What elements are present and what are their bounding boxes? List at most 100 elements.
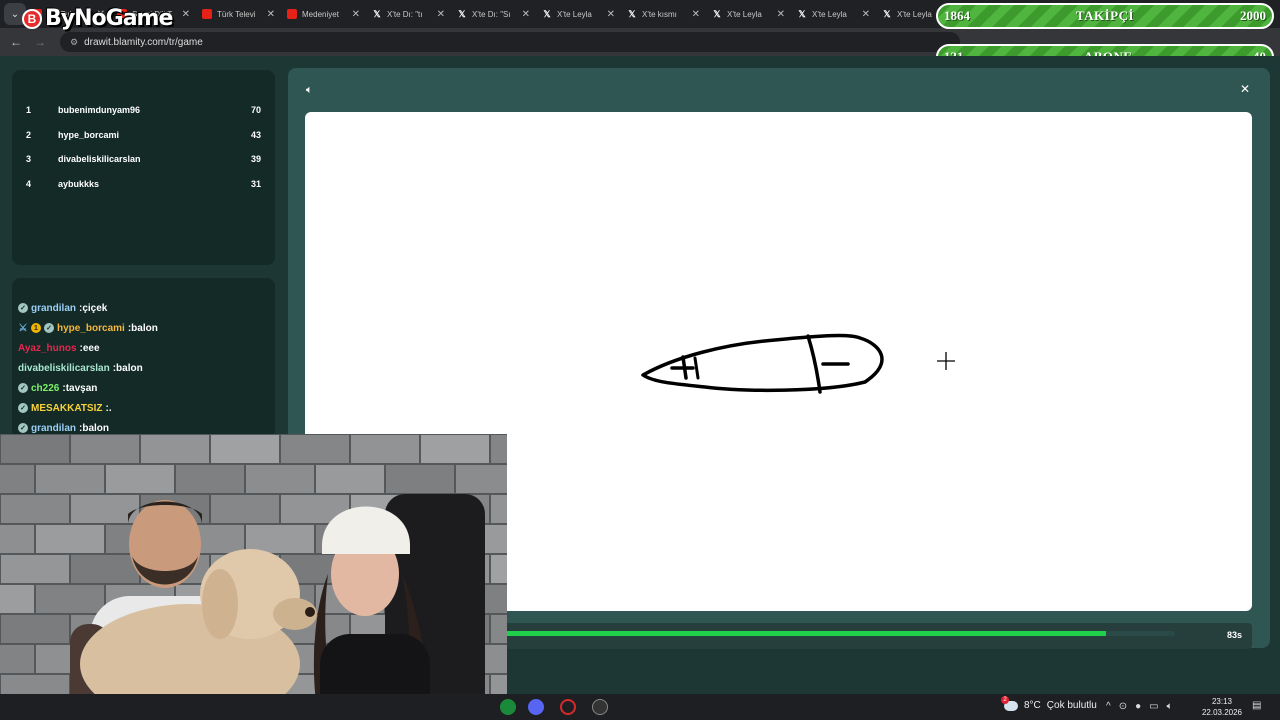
forward-arrow-icon[interactable]: → [34,35,46,49]
check-badge-icon: ✓ [18,383,28,393]
leaderboard-rank: 1 [26,105,32,116]
taskbar-clock[interactable]: 23:13 22.03.2026 [1200,696,1244,718]
chat-username[interactable]: ch226 [31,383,59,394]
chat-username[interactable]: MESAKKATSIZ [31,403,102,414]
tray-app-icon[interactable]: ⊙ [1119,701,1127,712]
speaker-icon[interactable]: 🔈︎ [306,84,313,97]
leaderboard-name: hype_borcami [58,129,120,140]
tab-title: X'te Leyla [557,9,592,19]
brick [490,494,507,524]
taskbar-app-icon[interactable] [500,699,516,715]
drawing-stroke-divider [806,334,822,394]
brick [140,434,210,464]
brick [0,524,35,554]
weather-alert-badge: 2 [1001,695,1009,704]
cloud-icon: 2 [1001,695,1018,711]
chat-username[interactable]: grandilan [31,423,76,434]
chevron-up-icon[interactable]: ^ [1106,701,1111,712]
leaderboard-row: 3 divabeliskilicarslan 39 [26,147,261,172]
chat-username[interactable]: grandilan [31,303,76,314]
brick [0,464,35,494]
tab-close-icon[interactable]: ✕ [607,9,615,20]
brick [490,554,507,584]
tab-title: X'te Dı: "tı [387,9,423,19]
chat-username[interactable]: hype_borcami [57,323,125,334]
leaderboard-score: 70 [250,105,261,116]
chat-message: Ayaz_hunos:eee [18,338,269,358]
drawing-stroke-tick [693,356,700,380]
check-badge-icon: ✓ [18,303,28,313]
brick [490,614,507,644]
browser-tab[interactable]: 𝕏 X'te Leyla ✕ [791,3,876,25]
brick [280,434,350,464]
brick [420,434,490,464]
crosshair-cursor-icon [937,352,955,370]
check-badge-icon: ✓ [18,423,28,433]
chat-message: ✓ ch226:tavşan [18,378,269,398]
brick [0,494,70,524]
leaderboard-rank: 2 [26,129,32,140]
tab-close-icon[interactable]: ✕ [267,9,275,20]
leaderboard-row: 1 bubenimdunyam96 70 [26,98,261,123]
browser-tab[interactable]: Türk Televi ✕ [196,3,281,25]
brick [210,434,280,464]
close-icon[interactable]: ✕ [1240,82,1250,96]
x-icon: 𝕏 [883,8,891,19]
back-arrow-icon[interactable]: ← [10,35,22,49]
leaderboard-name: divabeliskilicarslan [58,154,141,165]
chat-message: ✓ grandilan:çiçek [18,298,269,318]
taskbar-obs-icon[interactable] [592,699,608,715]
sword-badge-icon: ⚔ [18,322,28,334]
browser-tab[interactable]: 𝕏 X'te Leyla ✕ [536,3,621,25]
browser-tab[interactable]: Medeniyet ✕ [281,3,366,25]
site-info-icon[interactable]: ⚙ [70,37,78,48]
tab-close-icon[interactable]: ✕ [182,9,190,20]
leaderboard-row: 4 aybukkks 31 [26,172,261,197]
weather-text: Çok bulutlu [1046,700,1097,711]
brick [490,434,507,464]
check-badge-icon: ✓ [44,323,54,333]
tab-close-icon[interactable]: ✕ [437,9,445,20]
tab-title: X'te Dı: "Sı [472,9,511,19]
network-icon[interactable]: ▭ [1149,701,1158,712]
tab-close-icon[interactable]: ✕ [352,9,360,20]
system-tray: ^ ⊙ ● ▭ 🔈︎ [1106,701,1173,712]
volume-icon[interactable]: 🔈︎ [1167,701,1173,712]
chat-text: :balon [127,322,158,334]
weather-widget[interactable]: 2 8°C Çok bulutlu [1001,695,1097,711]
x-icon: 𝕏 [713,8,721,19]
timer-label: 83s [1226,630,1242,640]
brick [0,584,35,614]
tab-close-icon[interactable]: ✕ [692,9,700,20]
leaderboard-name: bubenimdunyam96 [58,105,141,116]
check-badge-icon: ✓ [18,403,28,413]
tab-title: X'te Leyla [897,9,932,19]
x-icon: 𝕏 [543,8,551,19]
chat-username[interactable]: Ayaz_hunos [18,343,77,354]
notification-icon[interactable]: ▤ [1252,700,1261,711]
tab-close-icon[interactable]: ✕ [522,9,530,20]
leaderboard-name: aybukkks [58,178,100,189]
chat-message: ⚔ 1 ✓ hype_borcami:balon [18,318,269,338]
taskbar-discord-icon[interactable] [528,699,544,715]
follower-label: TAKİPÇİ [1075,8,1135,23]
brick [350,434,420,464]
browser-tab[interactable]: 𝕏 X'te Leyla ✕ [706,3,791,25]
browser-tab[interactable]: 𝕏 X'te Dı: "Sı ✕ [451,3,536,25]
tab-close-icon[interactable]: ✕ [777,9,785,20]
browser-tab[interactable]: 𝕏 X'te Dı: "tı ✕ [366,3,451,25]
youtube-icon [202,9,212,19]
microphone-icon[interactable]: ● [1135,701,1141,712]
url-field[interactable]: ⚙ drawit.blamity.com/tr/game [60,32,960,52]
clock-date: 22.03.2026 [1201,708,1243,717]
leaderboard-score: 31 [250,178,261,189]
leaderboard-score: 39 [250,154,261,165]
chat-username[interactable]: divabeliskilicarslan [18,363,110,374]
url-text: drawit.blamity.com/tr/game [84,36,203,48]
browser-tab[interactable]: 𝕏 X'te kısmı ✕ [621,3,706,25]
tab-close-icon[interactable]: ✕ [862,9,870,20]
chat-text: :eee [79,342,100,354]
chat-text: :çiçek [79,302,108,314]
taskbar-opera-icon[interactable] [560,699,576,715]
tab-title: Medeniyet [302,9,339,19]
